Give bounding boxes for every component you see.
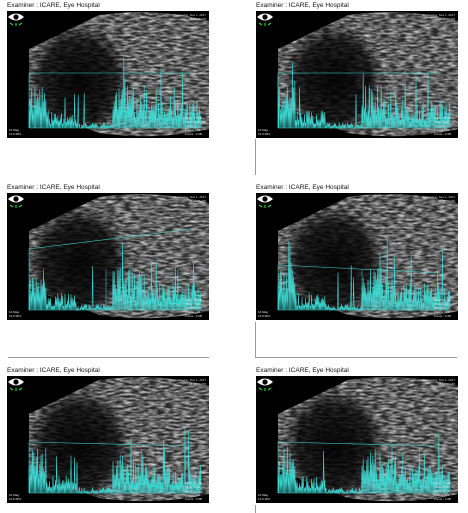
examiner-label: Examiner : ICARE, Eye Hospital: [256, 184, 349, 191]
probe-settings: 10 Mag 12.0 Mhz: [9, 493, 21, 501]
bscan-svg: [28, 377, 209, 502]
probe-setting-line: 12.0 Mhz: [258, 132, 271, 136]
timestamp-line: 08:02:56 PM: [188, 199, 206, 203]
probe-settings: 10 Mag 12.0 Mhz: [9, 310, 21, 318]
bscan-image: Wednesday, Nov 1, 2017 08:02:56 PM 10 Mag 1…: [256, 376, 458, 503]
probe-settings: 10 Mag 12.0 Mhz: [9, 128, 21, 136]
examiner-label: Examiner : ICARE, Eye Hospital: [7, 367, 100, 374]
examiner-label: Examiner : ICARE, Eye Hospital: [7, 2, 100, 9]
scan-parameter-line: Focus : 0 dB: [185, 314, 202, 318]
timestamp: Wednesday, Nov 1, 2017 08:02:56 PM: [422, 378, 455, 386]
scan-parameter-line: Focus : 0 dB: [434, 314, 451, 318]
horizontal-divider-left: [8, 357, 209, 358]
bscan-svg: [277, 377, 458, 502]
bscan-svg: [277, 194, 458, 319]
scan-parameters: Gain : 75 dB Time : 0-40 mm Gamma : 0 Frame…: [434, 298, 455, 318]
bscan-image: Wednesday, Nov 1, 2017 08:02:56 PM 10 Mag 1…: [7, 193, 209, 320]
eye-icon: [8, 378, 24, 391]
eye-icon: [257, 195, 273, 208]
probe-setting-line: 12.0 Mhz: [258, 497, 271, 501]
examiner-label: Examiner : ICARE, Eye Hospital: [256, 367, 349, 374]
scan-parameter-line: Focus : 0 dB: [185, 497, 202, 501]
vertical-divider-top: [255, 139, 256, 175]
timestamp: Wednesday, Nov 1, 2017 08:02:56 PM: [173, 13, 206, 21]
scan-parameter-line: Focus : 0 dB: [434, 497, 451, 501]
bscan-image: Wednesday, Nov 1, 2017 08:02:56 PM 10 Mag 1…: [7, 11, 209, 138]
timestamp: Wednesday, Nov 1, 2017 08:02:56 PM: [422, 13, 455, 21]
scan-parameters: Gain : 75 dB Time : 0-40 mm Gamma : 0 Frame…: [185, 298, 206, 318]
scan-parameters: Gain : 75 dB Time : 0-40 mm Gamma : 0 Frame…: [185, 481, 206, 501]
timestamp: Wednesday, Nov 1, 2017 08:02:56 PM: [173, 195, 206, 203]
scan-parameters: Gain : 75 dB Time : 0-40 mm Gamma : 0 Frame…: [185, 116, 206, 136]
timestamp-line: 08:02:56 PM: [188, 17, 206, 21]
timestamp-line: 08:02:56 PM: [437, 199, 455, 203]
scan-parameter-line: Focus : 0 dB: [185, 132, 202, 136]
probe-setting-line: 12.0 Mhz: [258, 314, 271, 318]
bscan-svg: [277, 12, 458, 137]
probe-setting-line: 12.0 Mhz: [9, 497, 22, 501]
timestamp-line: 08:02:56 PM: [437, 17, 455, 21]
horizontal-divider-middle: [255, 357, 457, 358]
probe-setting-line: 12.0 Mhz: [9, 314, 22, 318]
bscan-svg: [28, 194, 209, 319]
bscan-image: Wednesday, Nov 1, 2017 08:02:56 PM 10 Mag 1…: [256, 193, 458, 320]
probe-settings: 10 Mag 12.0 Mhz: [258, 128, 270, 136]
eye-icon: [8, 13, 24, 26]
bscan-image: Wednesday, Nov 1, 2017 08:02:56 PM 10 Mag 1…: [7, 376, 209, 503]
timestamp-line: 08:02:56 PM: [188, 382, 206, 386]
vertical-divider-middle: [255, 322, 256, 358]
scan-parameters: Gain : 75 dB Time : 0-40 mm Gamma : 0 Frame…: [434, 116, 455, 136]
examiner-label: Examiner : ICARE, Eye Hospital: [256, 2, 349, 9]
timestamp: Wednesday, Nov 1, 2017 08:02:56 PM: [173, 378, 206, 386]
eye-icon: [8, 195, 24, 208]
eye-icon: [257, 13, 273, 26]
scan-parameter-line: Focus : 0 dB: [434, 132, 451, 136]
bscan-image: Wednesday, Nov 1, 2017 08:02:56 PM 10 Mag 1…: [256, 11, 458, 138]
scan-parameters: Gain : 75 dB Time : 0-40 mm Gamma : 0 Frame…: [434, 481, 455, 501]
timestamp: Wednesday, Nov 1, 2017 08:02:56 PM: [422, 195, 455, 203]
examiner-label: Examiner : ICARE, Eye Hospital: [7, 184, 100, 191]
bscan-svg: [28, 12, 209, 137]
probe-settings: 10 Mag 12.0 Mhz: [258, 493, 270, 501]
vertical-divider-bottom: [255, 505, 256, 513]
timestamp-line: 08:02:56 PM: [437, 382, 455, 386]
eye-icon: [257, 378, 273, 391]
probe-settings: 10 Mag 12.0 Mhz: [258, 310, 270, 318]
probe-setting-line: 12.0 Mhz: [9, 132, 22, 136]
